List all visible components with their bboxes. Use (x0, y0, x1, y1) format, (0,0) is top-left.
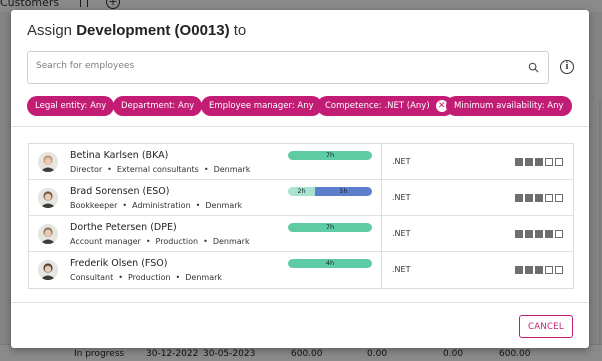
rating-square (515, 266, 523, 274)
employee-row[interactable]: Brad Sorensen (ESO) Bookkeeper • Administra… (29, 180, 573, 216)
availability-segment: 5h (315, 187, 372, 196)
avatar (38, 152, 58, 172)
employee-title: Bookkeeper (70, 201, 118, 210)
divider (11, 126, 589, 127)
avatar (38, 224, 58, 244)
rating-square (525, 230, 533, 238)
title-suffix: to (229, 22, 247, 39)
rating-square (525, 158, 533, 166)
meta-separator: • (122, 201, 128, 210)
chip-label: Employee manager: Any (209, 101, 314, 111)
employee-department: Production (127, 273, 171, 282)
availability-bar: 2h 5h (288, 187, 372, 196)
column-divider (381, 252, 382, 288)
chip-label: Competence: .NET (Any) (325, 101, 430, 111)
rating-square (515, 194, 523, 202)
search-icon[interactable] (528, 62, 539, 73)
search-input[interactable] (36, 61, 516, 71)
dialog-title: Assign Development (O0013) to (27, 22, 246, 39)
employee-department: Administration (132, 201, 191, 210)
rating-square (535, 230, 543, 238)
employee-meta: Consultant • Production • Denmark (70, 273, 222, 282)
rating-square (535, 194, 543, 202)
title-project: Development (O0013) (76, 22, 230, 39)
rating-square (515, 158, 523, 166)
meta-separator: • (203, 165, 209, 174)
availability-segment: 4h (288, 259, 372, 268)
rating-square (555, 266, 563, 274)
availability-segment: 7h (288, 223, 372, 232)
employee-name: Frederik Olsen (FSO) (70, 258, 168, 269)
filter-chip-legal-entity[interactable]: Legal entity: Any (27, 96, 115, 116)
rating-square (555, 158, 563, 166)
filter-chip-employee-manager[interactable]: Employee manager: Any (201, 96, 322, 116)
employee-department: External consultants (116, 165, 199, 174)
chip-label: Minimum availability: Any (454, 101, 564, 111)
availability-segment: 2h (288, 187, 315, 196)
employee-meta: Account manager • Production • Denmark (70, 237, 250, 246)
cancel-button[interactable]: CANCEL (519, 315, 573, 338)
employee-title: Director (70, 165, 103, 174)
availability-bar: 4h (288, 259, 372, 268)
divider (11, 302, 589, 303)
avatar (38, 260, 58, 280)
employee-row[interactable]: Dorthe Petersen (DPE) Account manager • Pro… (29, 216, 573, 252)
rating-square (535, 158, 543, 166)
title-prefix: Assign (27, 22, 77, 39)
filter-chip-department[interactable]: Department: Any (113, 96, 203, 116)
rating-square (545, 158, 553, 166)
chip-label: Department: Any (121, 101, 195, 111)
employee-row[interactable]: Betina Karlsen (BKA) Director • External co… (29, 144, 573, 180)
assign-dialog: Assign Development (O0013) to i Legal en… (11, 10, 589, 348)
rating-square (555, 230, 563, 238)
availability-bar: 7h (288, 223, 372, 232)
meta-separator: • (175, 273, 181, 282)
competence-label: .NET (392, 229, 411, 238)
rating-square (535, 266, 543, 274)
employee-meta: Director • External consultants • Denmark (70, 165, 250, 174)
employee-row[interactable]: Frederik Olsen (FSO) Consultant • Productio… (29, 252, 573, 288)
employee-country: Denmark (213, 165, 251, 174)
employee-name: Brad Sorensen (ESO) (70, 186, 170, 197)
filter-chip-minimum-availability[interactable]: Minimum availability: Any (446, 96, 572, 116)
availability-bar: 7h (288, 151, 372, 160)
employee-department: Production (155, 237, 199, 246)
meta-separator: • (118, 273, 123, 282)
column-divider (381, 216, 382, 252)
employee-meta: Bookkeeper • Administration • Denmark (70, 201, 242, 210)
rating-square (555, 194, 563, 202)
meta-separator: • (145, 237, 151, 246)
rating-square (515, 230, 523, 238)
employee-name: Dorthe Petersen (DPE) (70, 222, 177, 233)
employee-search (27, 51, 549, 84)
rating-square (525, 194, 533, 202)
rating-square (525, 266, 533, 274)
employee-name: Betina Karlsen (BKA) (70, 150, 169, 161)
employee-title: Account manager (70, 237, 141, 246)
employee-list: Betina Karlsen (BKA) Director • External co… (28, 143, 574, 289)
info-icon[interactable]: i (560, 60, 574, 74)
rating-square (545, 266, 553, 274)
employee-country: Denmark (205, 201, 243, 210)
employee-country: Denmark (212, 237, 250, 246)
availability-segment: 7h (288, 151, 372, 160)
column-divider (381, 180, 382, 216)
filter-chip-competence[interactable]: Competence: .NET (Any) ✕ (317, 96, 454, 116)
employee-title: Consultant (70, 273, 114, 282)
avatar (38, 188, 58, 208)
chip-label: Legal entity: Any (35, 101, 107, 111)
column-divider (381, 144, 382, 180)
employee-country: Denmark (185, 273, 223, 282)
competence-label: .NET (392, 193, 411, 202)
meta-separator: • (107, 165, 112, 174)
meta-separator: • (195, 201, 201, 210)
rating-square (545, 230, 553, 238)
meta-separator: • (203, 237, 208, 246)
competence-label: .NET (392, 157, 411, 166)
competence-label: .NET (392, 265, 411, 274)
rating-square (545, 194, 553, 202)
